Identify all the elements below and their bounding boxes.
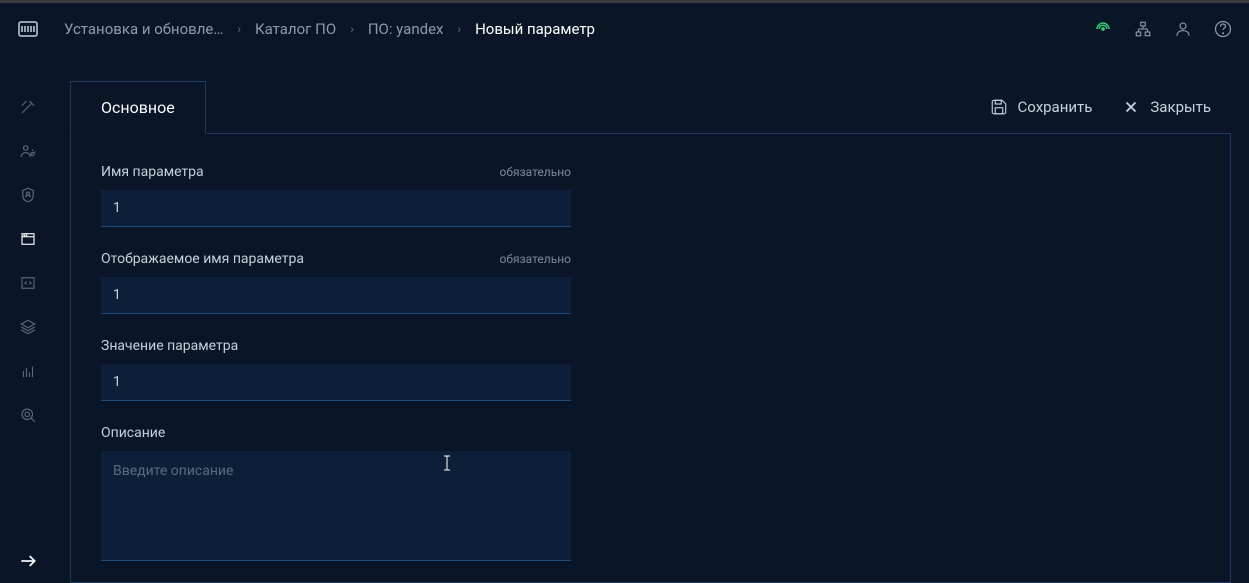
sidebar-item-code[interactable] xyxy=(16,271,40,295)
close-label: Закрыть xyxy=(1150,98,1211,116)
sidebar-item-search[interactable] xyxy=(16,403,40,427)
form-content: Имя параметра обязательно Отображаемое и… xyxy=(70,134,1231,583)
save-label: Сохранить xyxy=(1018,98,1093,116)
app-logo[interactable] xyxy=(16,17,40,41)
chevron-right-icon: › xyxy=(350,22,354,36)
save-button[interactable]: Сохранить xyxy=(990,98,1093,116)
close-button[interactable]: Закрыть xyxy=(1122,98,1211,116)
sidebar-item-stats[interactable] xyxy=(16,359,40,383)
breadcrumb-item-catalog[interactable]: Каталог ПО xyxy=(255,20,336,38)
main-content: Основное Сохранить Закрыть Им xyxy=(70,80,1231,583)
form-group-description: Описание xyxy=(101,425,571,565)
label-row: Значение параметра xyxy=(101,338,571,354)
user-icon[interactable] xyxy=(1173,19,1193,39)
value-label: Значение параметра xyxy=(101,338,238,354)
required-badge: обязательно xyxy=(500,252,571,266)
description-input[interactable] xyxy=(101,451,571,561)
save-icon xyxy=(990,98,1008,116)
sidebar-expand[interactable] xyxy=(16,549,40,573)
breadcrumb-item-current: Новый параметр xyxy=(475,20,595,38)
breadcrumb-item-software[interactable]: ПО: yandex xyxy=(368,20,444,38)
required-badge: обязательно xyxy=(500,165,571,179)
breadcrumb: Установка и обновле… › Каталог ПО › ПО: … xyxy=(64,20,1093,38)
help-icon[interactable] xyxy=(1213,19,1233,39)
signal-icon[interactable] xyxy=(1093,19,1113,39)
header: Установка и обновле… › Каталог ПО › ПО: … xyxy=(0,3,1249,55)
form-group-name: Имя параметра обязательно xyxy=(101,164,571,227)
network-icon[interactable] xyxy=(1133,19,1153,39)
name-input[interactable] xyxy=(101,190,571,227)
form-group-display-name: Отображаемое имя параметра обязательно xyxy=(101,251,571,314)
label-row: Отображаемое имя параметра обязательно xyxy=(101,251,571,267)
tab-main[interactable]: Основное xyxy=(70,81,206,134)
chevron-right-icon: › xyxy=(457,22,461,36)
tabs-row: Основное Сохранить Закрыть xyxy=(70,80,1231,134)
form-group-value: Значение параметра xyxy=(101,338,571,401)
breadcrumb-item-install[interactable]: Установка и обновле… xyxy=(64,20,223,38)
sidebar-item-tools[interactable] xyxy=(16,95,40,119)
sidebar-item-shield[interactable] xyxy=(16,183,40,207)
description-label: Описание xyxy=(101,425,165,441)
label-row: Имя параметра обязательно xyxy=(101,164,571,180)
sidebar-item-window[interactable] xyxy=(16,227,40,251)
value-input[interactable] xyxy=(101,364,571,401)
sidebar-item-users[interactable] xyxy=(16,139,40,163)
name-label: Имя параметра xyxy=(101,164,204,180)
form-actions: Сохранить Закрыть xyxy=(990,98,1231,116)
close-icon xyxy=(1122,98,1140,116)
chevron-right-icon: › xyxy=(237,22,241,36)
display-name-label: Отображаемое имя параметра xyxy=(101,251,304,267)
sidebar-item-layers[interactable] xyxy=(16,315,40,339)
label-row: Описание xyxy=(101,425,571,441)
display-name-input[interactable] xyxy=(101,277,571,314)
sidebar xyxy=(0,55,56,583)
header-actions xyxy=(1093,19,1233,39)
